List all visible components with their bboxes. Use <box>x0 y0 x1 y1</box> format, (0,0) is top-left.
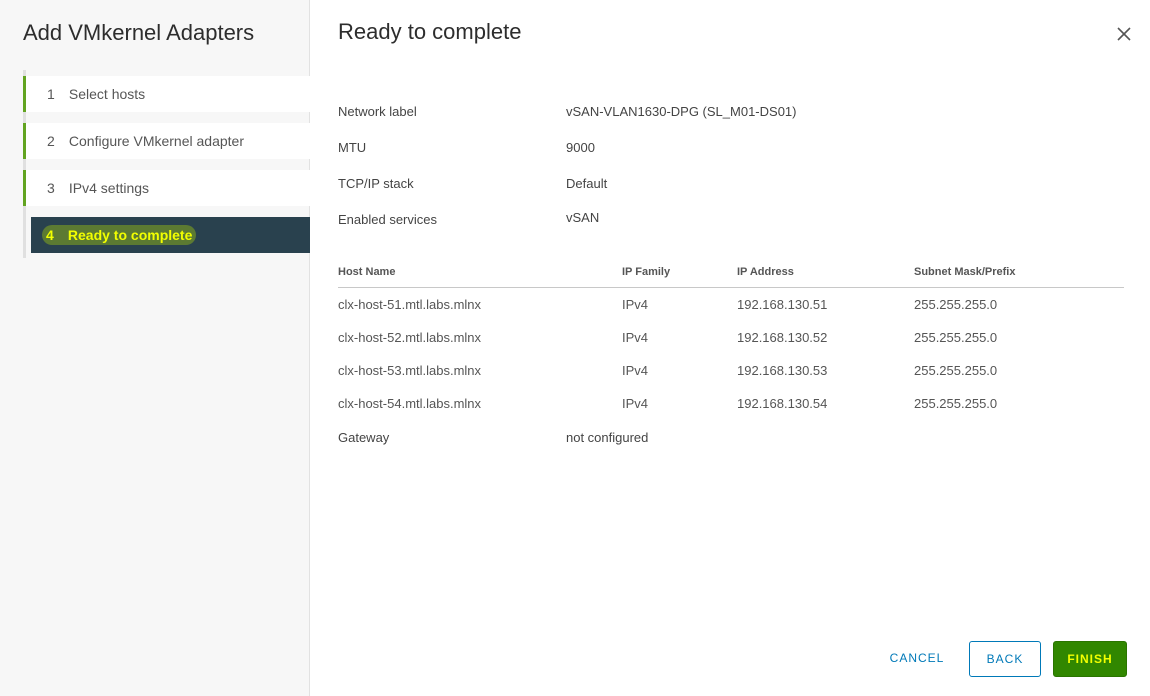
table-header: Host Name IP Family IP Address Subnet Ma… <box>338 262 1124 288</box>
back-button[interactable]: BACK <box>969 641 1041 677</box>
close-icon[interactable] <box>1114 24 1134 44</box>
summary-value: vSAN <box>566 210 600 225</box>
step-label: Configure VMkernel adapter <box>68 133 244 149</box>
summary-value: 9000 <box>566 140 595 155</box>
step-highlight: 4 Ready to complete <box>42 225 197 245</box>
column-header: IP Family <box>622 266 671 278</box>
table-cell: clx-host-54.mtl.labs.mlnx <box>338 396 482 411</box>
table-row: clx-host-51.mtl.labs.mlnx IPv4 192.168.1… <box>338 288 1124 321</box>
table-cell: 255.255.255.0 <box>914 363 998 378</box>
table-cell: IPv4 <box>622 330 649 345</box>
step-number: 4 <box>46 227 54 243</box>
table-cell: clx-host-53.mtl.labs.mlnx <box>338 363 482 378</box>
summary-value: not configured <box>566 430 649 445</box>
hosts-table: Host Name IP Family IP Address Subnet Ma… <box>338 262 1124 420</box>
wizard-title: Add VMkernel Adapters <box>23 20 255 45</box>
table-cell: 192.168.130.53 <box>737 363 828 378</box>
summary-key: Enabled services <box>338 212 437 227</box>
step-number: 2 <box>47 133 55 149</box>
summary-key: Network label <box>338 104 417 119</box>
table-cell: 192.168.130.52 <box>737 330 828 345</box>
column-header: Host Name <box>338 266 396 278</box>
step-label: Ready to complete <box>67 227 193 243</box>
step-ready-to-complete[interactable]: 4 Ready to complete <box>31 217 310 253</box>
step-label: Select hosts <box>68 86 146 102</box>
table-row: clx-host-52.mtl.labs.mlnx IPv4 192.168.1… <box>338 321 1124 354</box>
step-number: 3 <box>47 180 55 196</box>
wizard-content: Ready to complete Network label vSAN-VLA… <box>311 0 1150 696</box>
wizard-sidebar: Add VMkernel Adapters 1 Select hosts 2 C… <box>0 0 310 696</box>
table-cell: IPv4 <box>622 363 649 378</box>
table-cell: clx-host-51.mtl.labs.mlnx <box>338 297 482 312</box>
table-cell: 192.168.130.51 <box>737 297 828 312</box>
summary-value: Default <box>566 176 608 191</box>
table-cell: IPv4 <box>622 297 649 312</box>
table-cell: IPv4 <box>622 396 649 411</box>
table-row: clx-host-54.mtl.labs.mlnx IPv4 192.168.1… <box>338 387 1124 420</box>
step-ipv4-settings[interactable]: 3 IPv4 settings <box>23 170 310 206</box>
table-cell: 255.255.255.0 <box>914 297 998 312</box>
summary-key: MTU <box>338 140 367 155</box>
summary-key: TCP/IP stack <box>338 176 414 191</box>
finish-button[interactable]: FINISH <box>1053 641 1127 677</box>
step-configure-vmkernel-adapter[interactable]: 2 Configure VMkernel adapter <box>23 123 310 159</box>
step-number: 1 <box>47 86 55 102</box>
table-cell: 192.168.130.54 <box>737 396 828 411</box>
page-title: Ready to complete <box>338 19 522 44</box>
step-label: IPv4 settings <box>68 180 150 196</box>
summary-value: vSAN-VLAN1630-DPG (SL_M01-DS01) <box>566 104 797 119</box>
step-select-hosts[interactable]: 1 Select hosts <box>23 76 310 112</box>
summary-key: Gateway <box>338 430 390 445</box>
column-header: IP Address <box>737 266 794 278</box>
cancel-button[interactable]: CANCEL <box>881 641 953 677</box>
table-cell: clx-host-52.mtl.labs.mlnx <box>338 330 482 345</box>
column-header: Subnet Mask/Prefix <box>914 266 1016 278</box>
table-cell: 255.255.255.0 <box>914 330 998 345</box>
table-row: clx-host-53.mtl.labs.mlnx IPv4 192.168.1… <box>338 354 1124 387</box>
table-cell: 255.255.255.0 <box>914 396 998 411</box>
